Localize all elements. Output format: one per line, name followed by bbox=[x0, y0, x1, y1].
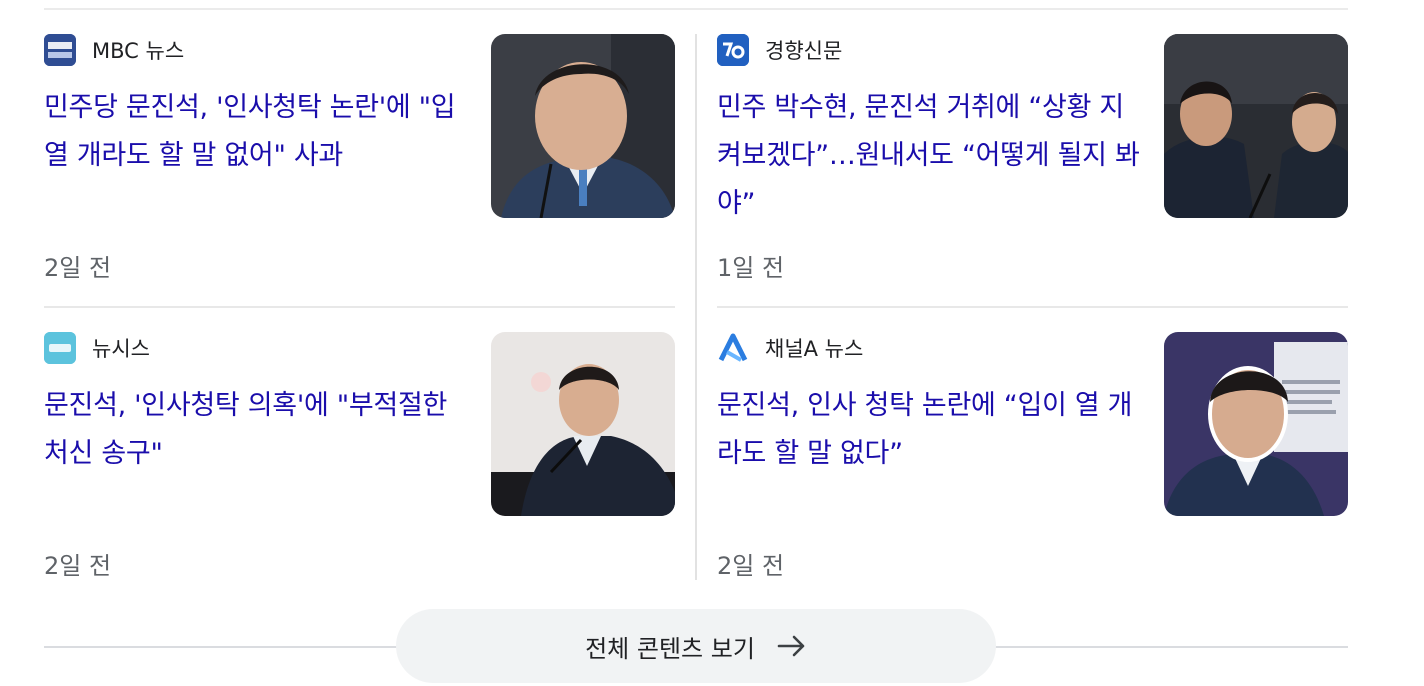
source-name: 뉴시스 bbox=[92, 337, 150, 361]
view-all-content-button[interactable]: 전체 콘텐츠 보기 bbox=[396, 609, 996, 683]
arrow-right-icon bbox=[777, 634, 807, 658]
politician-screenshot-image[interactable] bbox=[1164, 332, 1348, 516]
politician-portrait-image[interactable] bbox=[491, 34, 675, 218]
source-name: 경향신문 bbox=[765, 39, 843, 63]
news-card[interactable]: MBC 뉴스 민주당 문진석, '인사청탁 논란'에 "입 열 개라도 할 말 … bbox=[44, 34, 676, 284]
news-card[interactable]: 경향신문 민주 박수현, 문진석 거취에 “상황 지켜보겠다”…원내서도 “어떻… bbox=[717, 34, 1349, 284]
source-name: MBC 뉴스 bbox=[92, 39, 185, 63]
publish-time: 2일 전 bbox=[44, 552, 112, 580]
headline-link[interactable]: 문진석, 인사 청탁 논란에 “입이 열 개라도 할 말 없다” bbox=[717, 382, 1147, 478]
news-source[interactable]: MBC 뉴스 bbox=[44, 34, 184, 66]
newsis-logo-icon bbox=[44, 332, 76, 364]
source-name: 채널A 뉴스 bbox=[765, 337, 864, 361]
headline-link[interactable]: 문진석, '인사청탁 의혹'에 "부적절한 처신 송구" bbox=[44, 382, 474, 478]
news-card[interactable]: 뉴시스 문진석, '인사청탁 의혹'에 "부적절한 처신 송구" 2일 전 bbox=[44, 332, 676, 582]
publish-time: 1일 전 bbox=[717, 254, 785, 282]
more-divider-right bbox=[988, 646, 1348, 648]
politician-speaking-image[interactable] bbox=[491, 332, 675, 516]
news-source[interactable]: 채널A 뉴스 bbox=[717, 332, 863, 364]
headline-link[interactable]: 민주당 문진석, '인사청탁 논란'에 "입 열 개라도 할 말 없어" 사과 bbox=[44, 84, 474, 180]
channel-a-logo-icon bbox=[717, 332, 749, 364]
view-all-label: 전체 콘텐츠 보기 bbox=[585, 634, 755, 663]
mbc-news-logo-icon bbox=[44, 34, 76, 66]
column-divider bbox=[695, 34, 697, 580]
news-source[interactable]: 뉴시스 bbox=[44, 332, 150, 364]
politicians-meeting-image[interactable] bbox=[1164, 34, 1348, 218]
publish-time: 2일 전 bbox=[44, 254, 112, 282]
row-divider-right bbox=[717, 306, 1348, 308]
headline-link[interactable]: 민주 박수현, 문진석 거취에 “상황 지켜보겠다”…원내서도 “어떻게 될지 … bbox=[717, 84, 1147, 228]
kyunghyang-logo-icon bbox=[717, 34, 749, 66]
row-divider-left bbox=[44, 306, 675, 308]
top-divider bbox=[44, 8, 1348, 10]
publish-time: 2일 전 bbox=[717, 552, 785, 580]
more-divider-left bbox=[44, 646, 404, 648]
news-card[interactable]: 채널A 뉴스 문진석, 인사 청탁 논란에 “입이 열 개라도 할 말 없다” … bbox=[717, 332, 1349, 582]
news-source[interactable]: 경향신문 bbox=[717, 34, 842, 66]
